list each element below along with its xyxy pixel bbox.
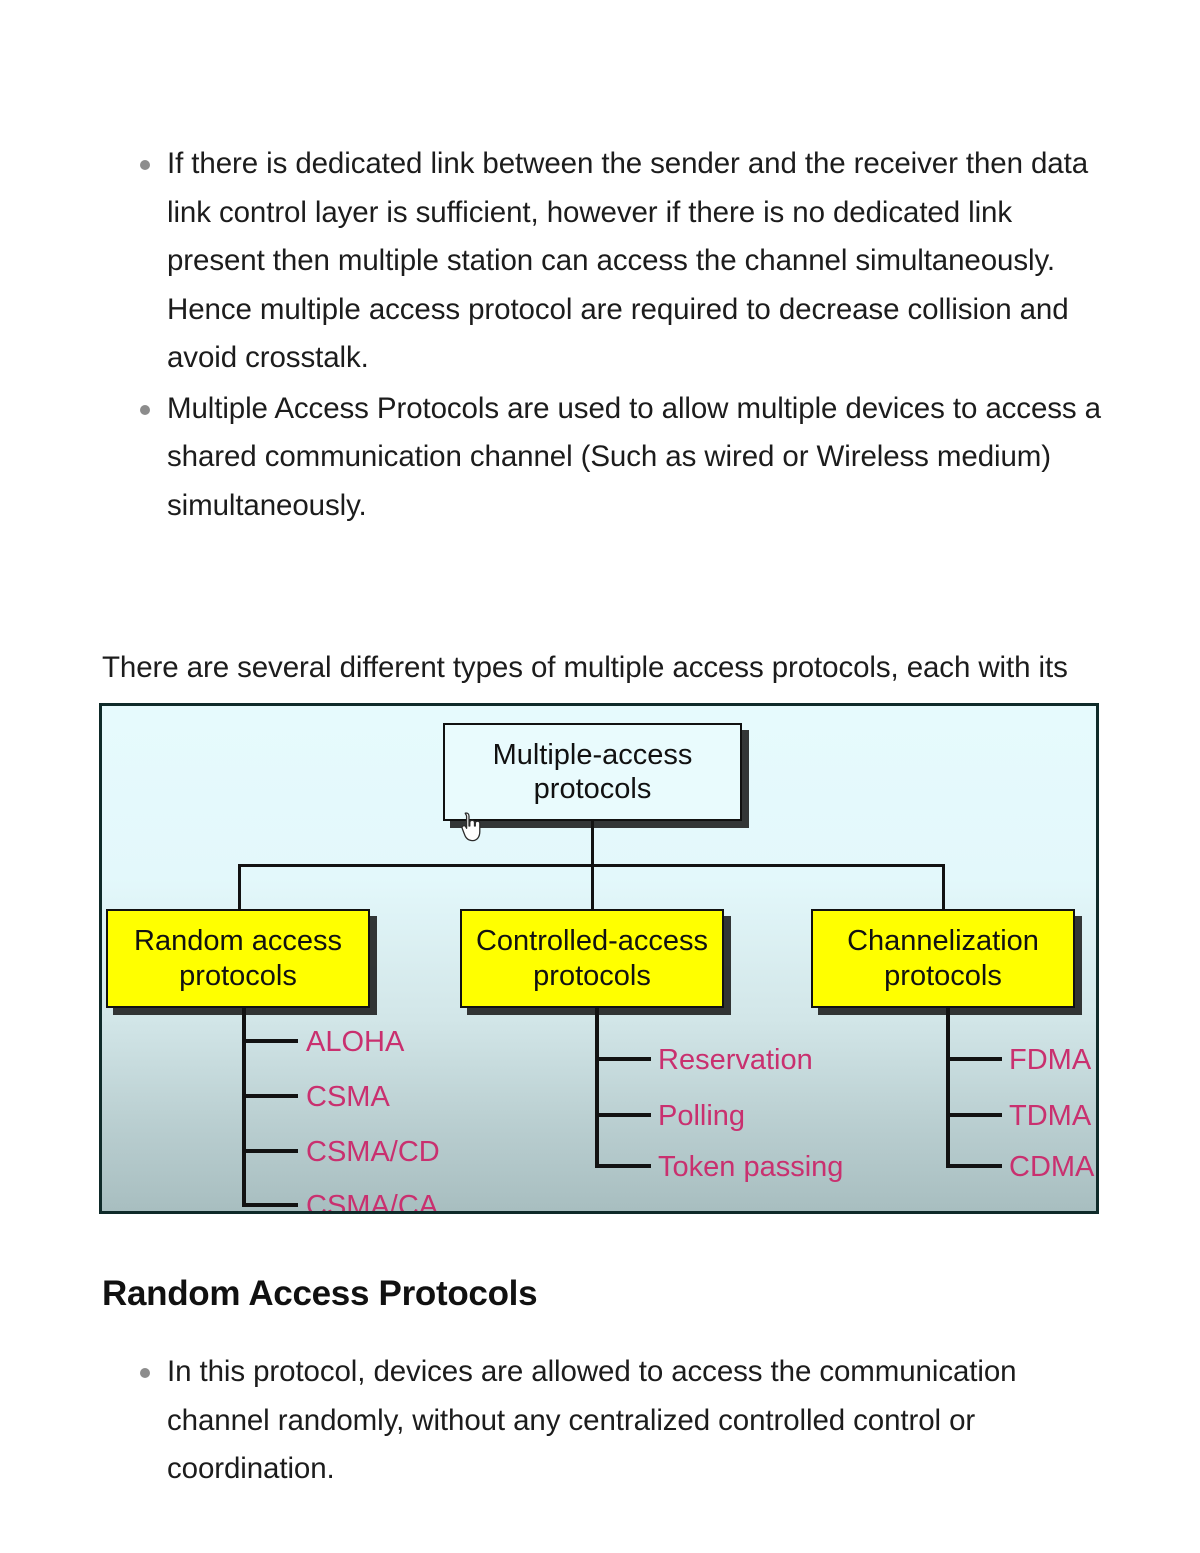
leaf-trunk-random-access bbox=[242, 1008, 246, 1206]
leaf-trunk-channelization bbox=[946, 1008, 950, 1168]
leaf-stub-token-passing bbox=[595, 1164, 651, 1168]
diagram-node-controlled-access: Controlled-access protocols bbox=[460, 909, 724, 1008]
bullet-dot-icon bbox=[140, 1368, 150, 1378]
bullet-dot-icon bbox=[140, 404, 150, 415]
leaf-stub-reservation bbox=[595, 1057, 651, 1061]
connector-drop-random-access bbox=[238, 864, 241, 910]
leaf-label-fdma: FDMA bbox=[1009, 1044, 1092, 1076]
leaf-label-aloha: ALOHA bbox=[306, 1026, 405, 1058]
root-label-line1: Multiple-access bbox=[492, 738, 693, 771]
leaf-stub-csma bbox=[242, 1094, 298, 1098]
branch-label-line2: protocols bbox=[179, 959, 297, 992]
branch-label-line1: Controlled-access bbox=[475, 925, 709, 958]
branch-label-line1: Channelization bbox=[847, 925, 1039, 958]
list-item: Multiple Access Protocols are used to al… bbox=[102, 385, 1112, 531]
bottom-bullet-list: In this protocol, devices are allowed to… bbox=[102, 1348, 1112, 1494]
leaf-label-token-passing: Token passing bbox=[658, 1151, 844, 1183]
leaf-label-polling: Polling bbox=[658, 1100, 746, 1132]
leaf-label-cdma: CDMA bbox=[1009, 1151, 1095, 1183]
diagram-node-random-access-label: Random access protocols bbox=[128, 924, 348, 992]
list-item: If there is dedicated link between the s… bbox=[102, 140, 1112, 383]
leaf-stub-cdma bbox=[946, 1164, 1002, 1168]
root-label-line2: protocols bbox=[533, 773, 652, 805]
connector-root-vertical bbox=[591, 819, 594, 866]
diagram-node-root-label: Multiple-access protocols bbox=[487, 738, 699, 806]
top-bullet-list: If there is dedicated link between the s… bbox=[102, 140, 1112, 530]
leaf-stub-polling bbox=[595, 1113, 651, 1117]
branch-label-line2: protocols bbox=[884, 959, 1002, 992]
leaf-label-tdma: TDMA bbox=[1009, 1100, 1092, 1132]
leaf-stub-tdma bbox=[946, 1113, 1002, 1117]
diagram-node-random-access: Random access protocols bbox=[106, 909, 370, 1008]
document-page: If there is dedicated link between the s… bbox=[0, 0, 1200, 1553]
connector-drop-controlled-access bbox=[591, 864, 594, 910]
page-title: Random Access Protocols bbox=[102, 1274, 538, 1313]
leaf-label-csma: CSMA bbox=[306, 1081, 390, 1113]
leaf-label-reservation: Reservation bbox=[658, 1044, 813, 1076]
leaf-label-csma-ca: CSMA/CA bbox=[306, 1190, 439, 1214]
leaf-label-csma-cd: CSMA/CD bbox=[306, 1136, 440, 1168]
branch-label-line2: protocols bbox=[533, 959, 651, 992]
multiple-access-protocols-diagram: Multiple-access protocols Random access … bbox=[99, 703, 1099, 1214]
bullet-text: In this protocol, devices are allowed to… bbox=[167, 1355, 1017, 1485]
branch-label-line1: Random access bbox=[134, 925, 342, 958]
list-item: In this protocol, devices are allowed to… bbox=[102, 1348, 1112, 1494]
leaf-stub-csma-ca bbox=[242, 1203, 298, 1207]
bullet-text: Multiple Access Protocols are used to al… bbox=[167, 391, 1101, 522]
diagram-node-channelization-label: Channelization protocols bbox=[841, 924, 1045, 992]
diagram-node-controlled-access-label: Controlled-access protocols bbox=[470, 924, 714, 992]
diagram-node-root: Multiple-access protocols bbox=[443, 723, 742, 821]
connector-drop-channelization bbox=[942, 864, 945, 910]
leaf-stub-fdma bbox=[946, 1057, 1002, 1061]
bullet-text: If there is dedicated link between the s… bbox=[167, 147, 1089, 374]
diagram-node-channelization: Channelization protocols bbox=[811, 909, 1075, 1008]
leaf-trunk-controlled-access bbox=[595, 1008, 599, 1168]
bullet-dot-icon bbox=[140, 160, 150, 170]
leaf-stub-aloha bbox=[242, 1039, 298, 1043]
leaf-stub-csma-cd bbox=[242, 1149, 298, 1153]
